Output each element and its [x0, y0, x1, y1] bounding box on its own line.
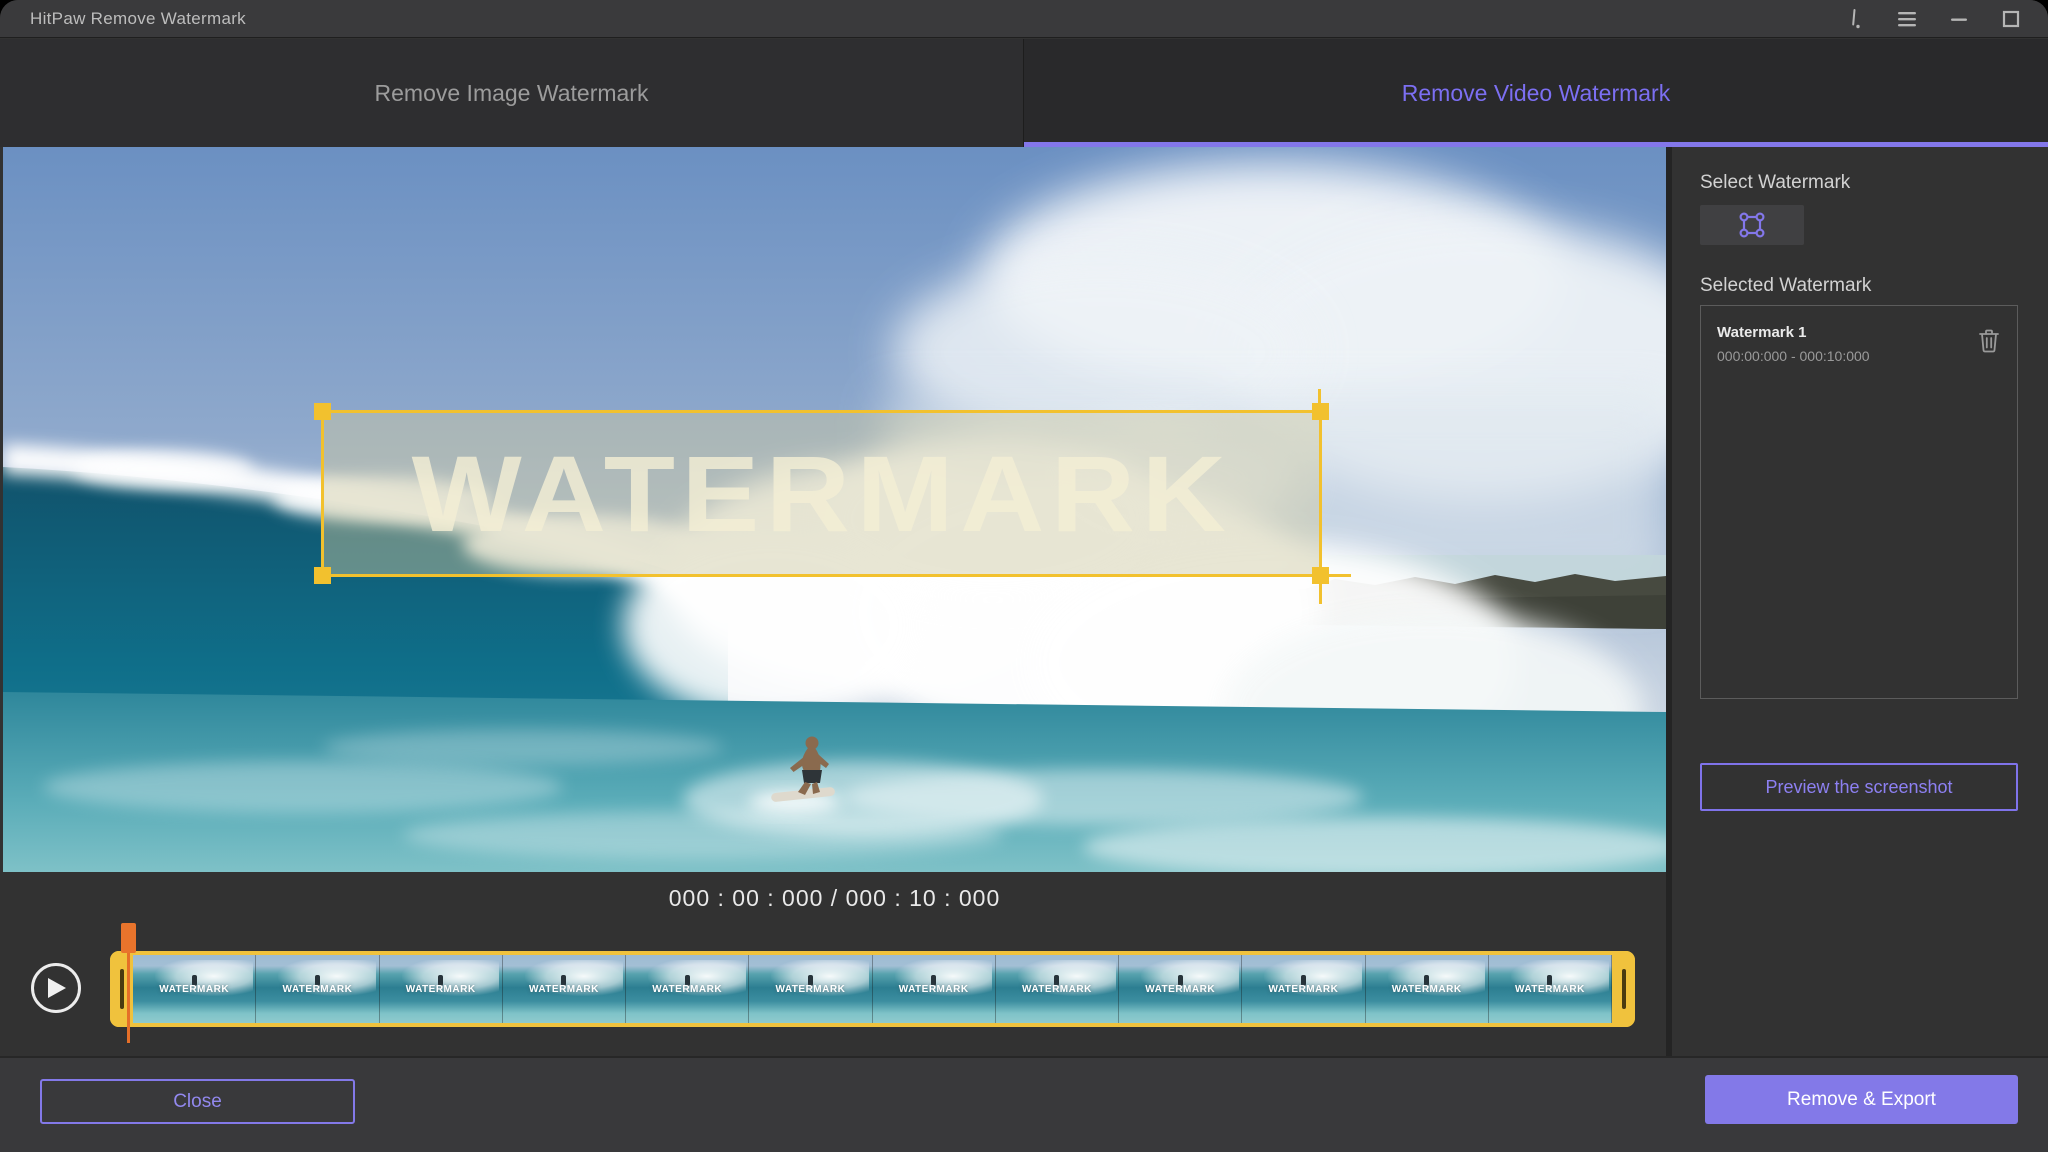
watermark-item-time-range: 000:00:000 - 000:10:000	[1717, 348, 1870, 364]
filmstrip-thumbnail[interactable]: WATERMARK	[1366, 955, 1489, 1023]
filmstrip-thumbnail[interactable]: WATERMARK	[996, 955, 1119, 1023]
maximize-icon[interactable]	[2000, 8, 2022, 30]
tab-bar: Remove Image Watermark Remove Video Wate…	[0, 39, 2048, 147]
filmstrip-thumbnail[interactable]: WATERMARK	[133, 955, 256, 1023]
select-watermark-label: Select Watermark	[1700, 172, 1850, 194]
watermark-selection-box[interactable]: WATERMARK	[321, 410, 1322, 577]
trim-handle-left[interactable]	[110, 951, 133, 1027]
timeline[interactable]: WATERMARK WATERMARK WATERMARK WATERMARK …	[110, 951, 1635, 1027]
resize-handle-top-right[interactable]	[1312, 403, 1329, 420]
filmstrip-thumbnail[interactable]: WATERMARK	[1489, 955, 1612, 1023]
filmstrip-thumbnail[interactable]: WATERMARK	[749, 955, 872, 1023]
window-controls	[1844, 0, 2022, 38]
filmstrip-thumbnail[interactable]: WATERMARK	[380, 955, 503, 1023]
filmstrip-thumbnail[interactable]: WATERMARK	[1242, 955, 1365, 1023]
marquee-selection-icon	[1735, 210, 1769, 240]
resize-handle-bottom-left[interactable]	[314, 567, 331, 584]
tab-label: Remove Image Watermark	[375, 80, 649, 107]
close-button[interactable]: Close	[40, 1079, 355, 1124]
tab-label: Remove Video Watermark	[1402, 80, 1670, 107]
trim-handle-right[interactable]	[1612, 951, 1635, 1027]
play-icon	[45, 976, 67, 1000]
main-area: WATERMARK 000 : 00 : 000 / 000 : 10 : 00…	[0, 147, 1672, 1056]
marquee-select-button[interactable]	[1700, 205, 1804, 245]
resize-handle-top-left[interactable]	[314, 403, 331, 420]
filmstrip-thumbnail[interactable]: WATERMARK	[1119, 955, 1242, 1023]
filmstrip-thumbnail[interactable]: WATERMARK	[873, 955, 996, 1023]
app-window: HitPaw Remove Watermark Remove Image Wat…	[0, 0, 2048, 1152]
tab-remove-image-watermark[interactable]: Remove Image Watermark	[0, 39, 1024, 147]
filmstrip[interactable]: WATERMARK WATERMARK WATERMARK WATERMARK …	[133, 955, 1612, 1023]
video-preview[interactable]: WATERMARK	[3, 147, 1666, 872]
watermark-list-item[interactable]: Watermark 1 000:00:000 - 000:10:000	[1701, 306, 2017, 382]
delete-icon[interactable]	[1977, 328, 2001, 354]
selected-watermark-panel: Watermark 1 000:00:000 - 000:10:000	[1700, 305, 2018, 699]
remove-export-button[interactable]: Remove & Export	[1705, 1075, 2018, 1124]
watermark-item-name: Watermark 1	[1717, 324, 1870, 341]
watermark-overlay-text: WATERMARK	[411, 431, 1232, 556]
footer-bar: Close Remove & Export	[0, 1056, 2048, 1152]
menu-icon[interactable]	[1896, 8, 1918, 30]
timecode: 000 : 00 : 000 / 000 : 10 : 000	[3, 873, 1666, 923]
playhead-marker[interactable]	[121, 923, 136, 953]
filmstrip-thumbnail[interactable]: WATERMARK	[626, 955, 749, 1023]
minimize-icon[interactable]	[1948, 8, 1970, 30]
window-title: HitPaw Remove Watermark	[30, 9, 246, 29]
filmstrip-thumbnail[interactable]: WATERMARK	[503, 955, 626, 1023]
play-button[interactable]	[31, 963, 81, 1013]
sidebar: Select Watermark Selected Watermark Wate…	[1672, 147, 2048, 1056]
tab-remove-video-watermark[interactable]: Remove Video Watermark	[1024, 39, 2048, 147]
resize-handle-bottom-right[interactable]	[1312, 567, 1329, 584]
filmstrip-thumbnail[interactable]: WATERMARK	[256, 955, 379, 1023]
preview-screenshot-button[interactable]: Preview the screenshot	[1700, 763, 2018, 811]
title-bar: HitPaw Remove Watermark	[0, 0, 2048, 38]
pen-icon[interactable]	[1844, 8, 1866, 30]
selected-watermark-label: Selected Watermark	[1700, 275, 1871, 297]
